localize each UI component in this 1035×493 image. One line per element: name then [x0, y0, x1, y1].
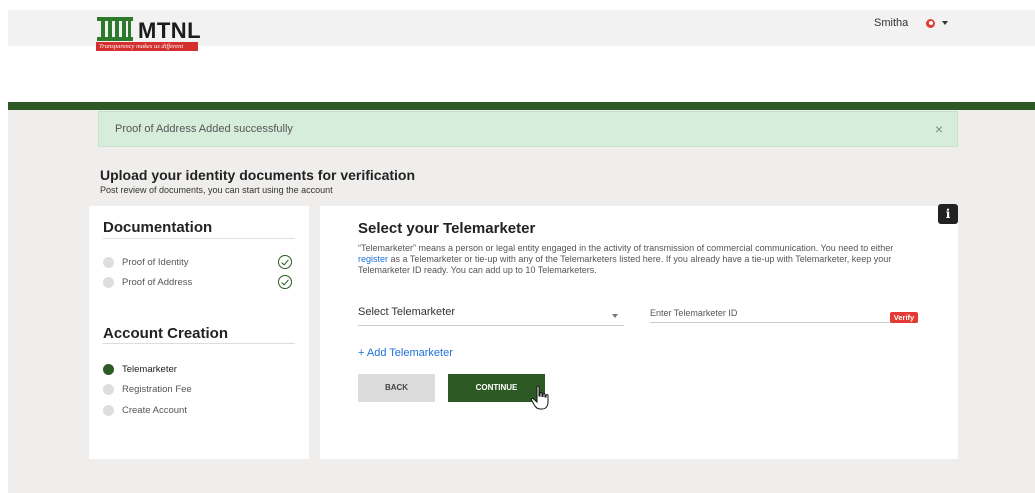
description-text: as a Telemarketer or tie-up with any of … [358, 254, 892, 275]
logo-text: MTNL [138, 18, 202, 43]
logo-tagline: Transparency makes us different [96, 42, 198, 51]
documentation-title: Documentation [103, 219, 213, 236]
alert-message: Proof of Address Added successfully [115, 123, 293, 135]
divider [103, 343, 295, 344]
success-alert: Proof of Address Added successfully × [98, 111, 958, 147]
chevron-down-icon [942, 21, 949, 25]
sidebar-item-label: Registration Fee [122, 383, 192, 395]
sidebar-item-proof-of-identity[interactable]: Proof of Identity [103, 255, 189, 269]
info-icon[interactable]: i [938, 204, 958, 224]
check-circle-icon [278, 275, 292, 289]
step-dot-icon [103, 256, 114, 268]
telemarketer-description: “Telemarketer” means a person or legal e… [358, 243, 914, 276]
user-menu[interactable]: Smitha [874, 17, 949, 29]
divider [103, 238, 295, 239]
mtnl-logo[interactable]: MTNL Transparency makes us different [96, 16, 206, 52]
sidebar-item-registration-fee[interactable]: Registration Fee [103, 382, 192, 396]
section-title: Select your Telemarketer [358, 220, 536, 237]
sidebar-item-telemarketer[interactable]: Telemarketer [103, 362, 177, 376]
sidebar-item-create-account[interactable]: Create Account [103, 403, 187, 417]
page-subtitle: Post review of documents, you can start … [100, 185, 333, 195]
close-icon[interactable]: × [935, 121, 943, 137]
verify-button[interactable]: Verify [890, 312, 918, 323]
register-link[interactable]: register [358, 254, 388, 264]
telemarketer-select[interactable]: Select Telemarketer [358, 306, 624, 326]
sidebar-item-label: Create Account [122, 404, 187, 416]
user-avatar-icon [926, 18, 936, 28]
hand-cursor-icon [530, 385, 549, 410]
header-divider [8, 102, 1035, 110]
sidebar-item-label: Proof of Identity [122, 256, 189, 268]
step-dot-icon [103, 383, 114, 395]
mtnl-logo-icon [97, 17, 133, 41]
progress-sidebar: Documentation Proof of Identity Proof of… [89, 206, 309, 459]
step-dot-active-icon [103, 363, 114, 375]
sidebar-item-proof-of-address[interactable]: Proof of Address [103, 275, 192, 289]
sidebar-item-label: Proof of Address [122, 276, 193, 288]
description-text: “Telemarketer” means a person or legal e… [358, 243, 894, 253]
telemarketer-panel: i Select your Telemarketer “Telemarketer… [320, 204, 958, 459]
chevron-down-icon [612, 314, 618, 318]
account-creation-title: Account Creation [103, 325, 229, 342]
sidebar-item-label: Telemarketer [122, 363, 177, 375]
page-title: Upload your identity documents for verif… [100, 167, 416, 183]
telemarketer-id-input[interactable] [650, 303, 918, 323]
select-value: Select Telemarketer [358, 306, 456, 318]
user-name: Smitha [874, 17, 909, 29]
step-dot-icon [103, 404, 114, 416]
add-telemarketer-link[interactable]: + Add Telemarketer [358, 347, 453, 359]
back-button[interactable]: BACK [358, 374, 435, 402]
step-dot-icon [103, 276, 114, 288]
check-circle-icon [278, 255, 292, 269]
